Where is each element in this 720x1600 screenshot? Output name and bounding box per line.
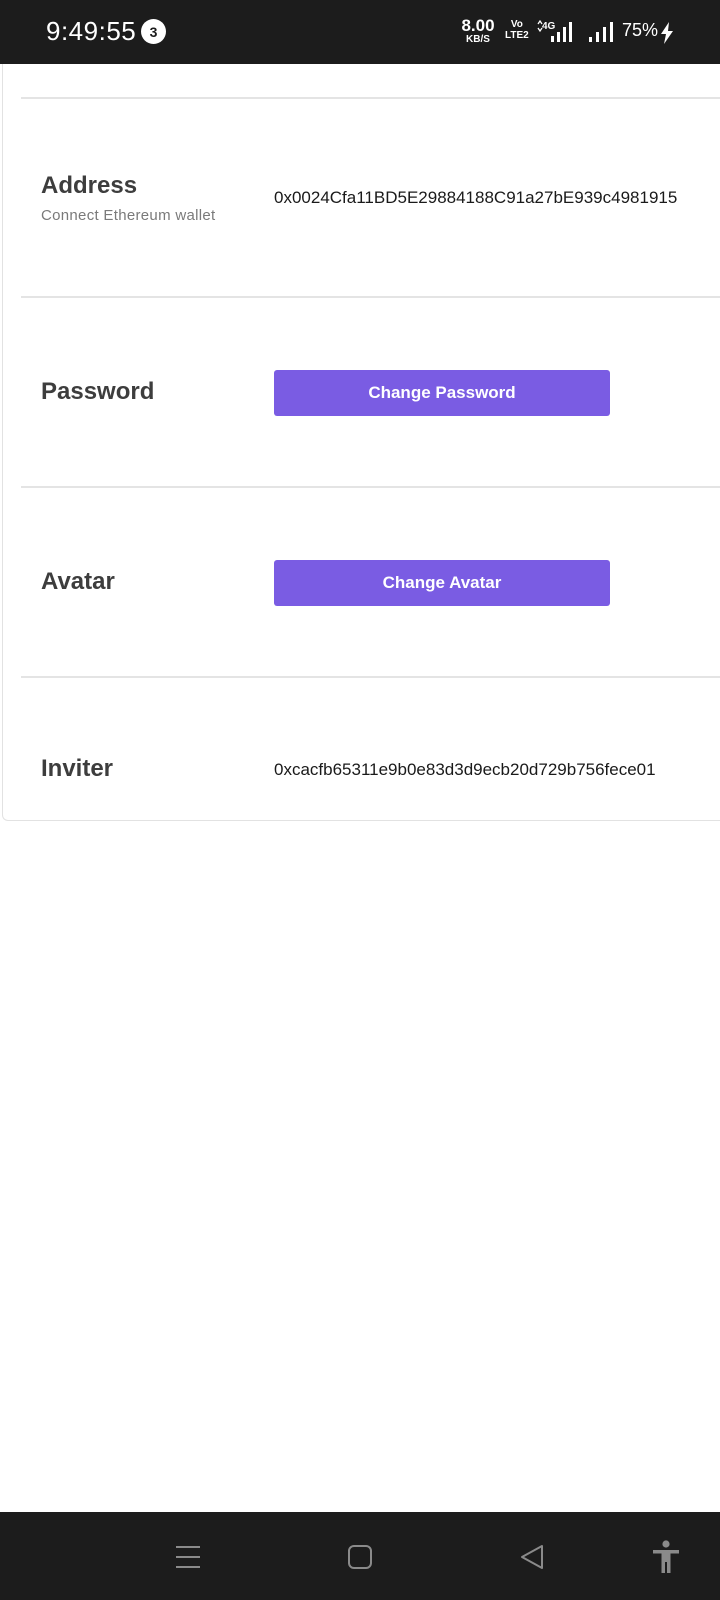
- address-label: Address: [41, 172, 138, 199]
- change-password-button[interactable]: Change Password: [274, 370, 610, 416]
- accessibility-icon[interactable]: [652, 1540, 680, 1579]
- network-speed-unit: KB/S: [466, 34, 490, 45]
- avatar-label: Avatar: [41, 568, 115, 595]
- volte-indicator: Vo LTE2: [505, 19, 529, 41]
- navigation-bar: [0, 1512, 720, 1600]
- inviter-value[interactable]: 0xcacfb65311e9b0e83d3d9ecb20d729b756fece…: [274, 760, 656, 780]
- signal-4g-icon: 4G: [537, 19, 579, 49]
- address-sublabel: Connect Ethereum wallet: [41, 207, 216, 224]
- back-icon[interactable]: [519, 1544, 545, 1575]
- network-speed: 8.00 KB/S: [459, 17, 497, 45]
- divider: [21, 486, 720, 488]
- network-speed-value: 8.00: [461, 16, 495, 35]
- volte-top-text: Vo: [510, 19, 523, 30]
- password-label: Password: [41, 378, 155, 405]
- battery-percent: 75%: [622, 20, 659, 40]
- network-type-label: 4G: [542, 21, 556, 32]
- volte-bottom-text: LTE2: [505, 29, 529, 41]
- menu-icon[interactable]: [175, 1544, 201, 1575]
- clock: 9:49:55: [46, 16, 137, 46]
- address-value[interactable]: 0x0024Cfa11BD5E29884188C91a27bE939c49819…: [274, 188, 677, 208]
- change-avatar-button[interactable]: Change Avatar: [274, 560, 610, 606]
- divider: [21, 296, 720, 298]
- home-icon[interactable]: [347, 1544, 373, 1575]
- signal-icon: [588, 20, 616, 49]
- charging-icon: [660, 22, 674, 49]
- divider: [21, 676, 720, 678]
- divider: [21, 97, 720, 99]
- status-bar: 9:49:55 3 8.00 KB/S Vo LTE2 4G 75%: [0, 0, 720, 64]
- inviter-label: Inviter: [41, 755, 114, 782]
- notification-count-badge: 3: [141, 19, 166, 44]
